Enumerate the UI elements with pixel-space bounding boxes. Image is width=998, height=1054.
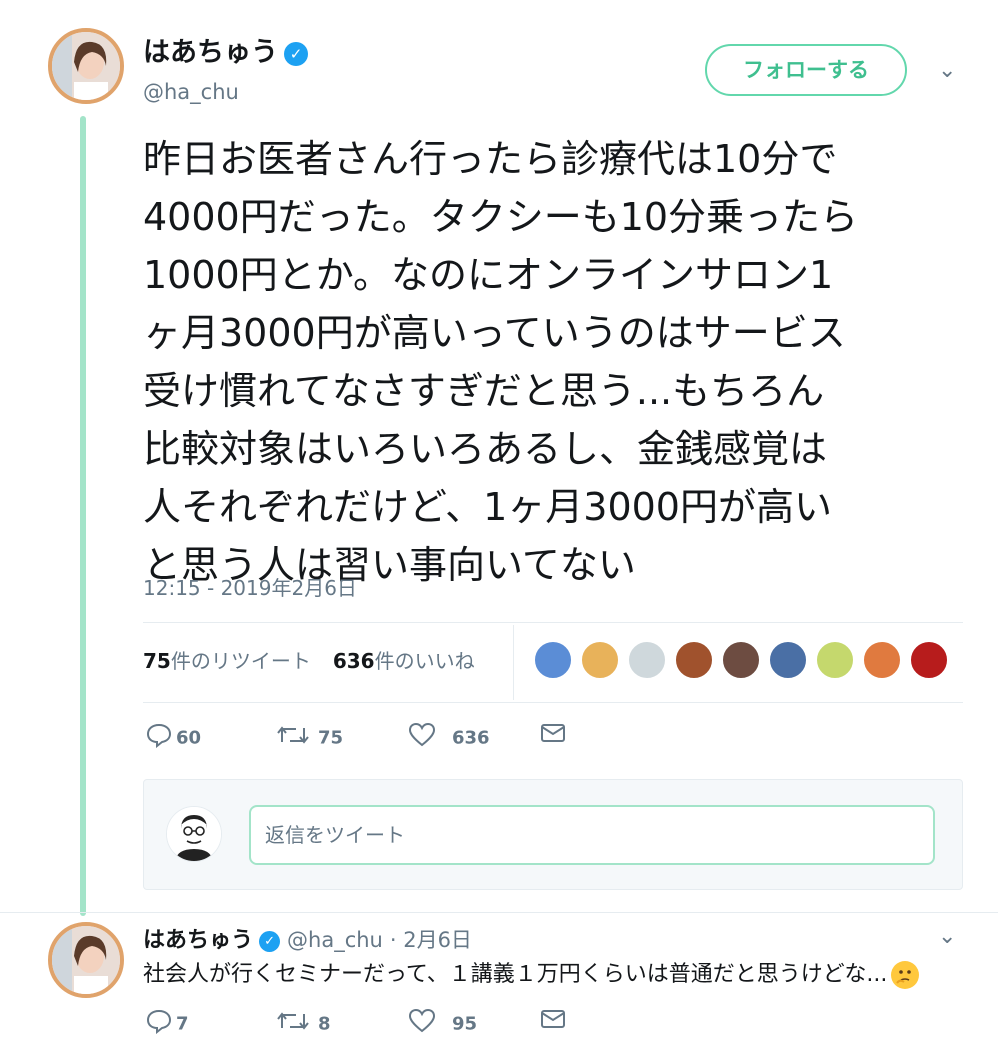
liker-avatar[interactable] xyxy=(533,640,573,680)
stats-divider xyxy=(513,625,514,700)
reply-author-line[interactable]: はあちゅう ✓ @ha_chu · 2月6日 xyxy=(143,922,472,954)
author-handle[interactable]: @ha_chu xyxy=(143,80,239,104)
follow-button[interactable]: フォローする xyxy=(705,44,907,96)
tweet-text: 昨日お医者さん行ったら診療代は10分で 4000円だった。タクシーも10分乗った… xyxy=(143,137,859,587)
retweet-action[interactable]: 75 xyxy=(276,722,343,754)
reply-action[interactable]: 7 xyxy=(146,1008,189,1040)
verified-icon: ✓ xyxy=(259,930,281,952)
liker-avatar[interactable] xyxy=(674,640,714,680)
reply-author-avatar[interactable] xyxy=(48,922,124,998)
thinking-face-icon xyxy=(891,961,920,989)
retweet-icon xyxy=(276,1008,318,1040)
heart-icon xyxy=(408,722,452,754)
retweet-action[interactable]: 8 xyxy=(276,1008,331,1040)
retweet-icon xyxy=(276,722,318,754)
like-action[interactable]: 95 xyxy=(408,1008,477,1040)
author-avatar[interactable] xyxy=(48,28,124,104)
divider xyxy=(143,622,963,623)
liker-avatar[interactable] xyxy=(862,640,902,680)
reply-action[interactable]: 60 xyxy=(146,722,201,754)
reply-tweet-text: 社会人が行くセミナーだって、１講義１万円くらいは普通だと思うけどな... xyxy=(143,956,920,989)
liker-avatar[interactable] xyxy=(909,640,949,680)
thread-connector-line xyxy=(80,116,86,916)
chevron-down-icon[interactable]: ⌄ xyxy=(938,924,956,949)
liker-avatar[interactable] xyxy=(627,640,667,680)
retweet-count-link[interactable]: 75件のリツイート xyxy=(143,649,311,673)
direct-message-action[interactable] xyxy=(540,1008,570,1036)
like-count-link[interactable]: 636件のいいね xyxy=(333,649,475,673)
reply-input[interactable]: 返信をツイート xyxy=(249,805,935,865)
mail-icon xyxy=(540,722,570,750)
verified-icon: ✓ xyxy=(284,41,308,66)
author-name[interactable]: はあちゅう ✓ xyxy=(143,30,308,69)
tweet-stats: 75件のリツイート 636件のいいね xyxy=(143,645,475,674)
liker-avatar[interactable] xyxy=(815,640,855,680)
mail-icon xyxy=(540,1008,570,1036)
chevron-down-icon[interactable]: ⌄ xyxy=(938,58,956,83)
heart-icon xyxy=(408,1008,452,1040)
current-user-avatar xyxy=(166,806,222,862)
reply-icon xyxy=(146,722,176,754)
liker-avatar[interactable] xyxy=(768,640,808,680)
like-action[interactable]: 636 xyxy=(408,722,490,754)
divider xyxy=(0,912,998,913)
divider xyxy=(143,702,963,703)
direct-message-action[interactable] xyxy=(540,722,570,750)
tweet-timestamp[interactable]: 12:15 - 2019年2月6日 xyxy=(143,572,357,601)
reply-icon xyxy=(146,1008,176,1040)
liker-avatar[interactable] xyxy=(721,640,761,680)
liker-avatar[interactable] xyxy=(580,640,620,680)
